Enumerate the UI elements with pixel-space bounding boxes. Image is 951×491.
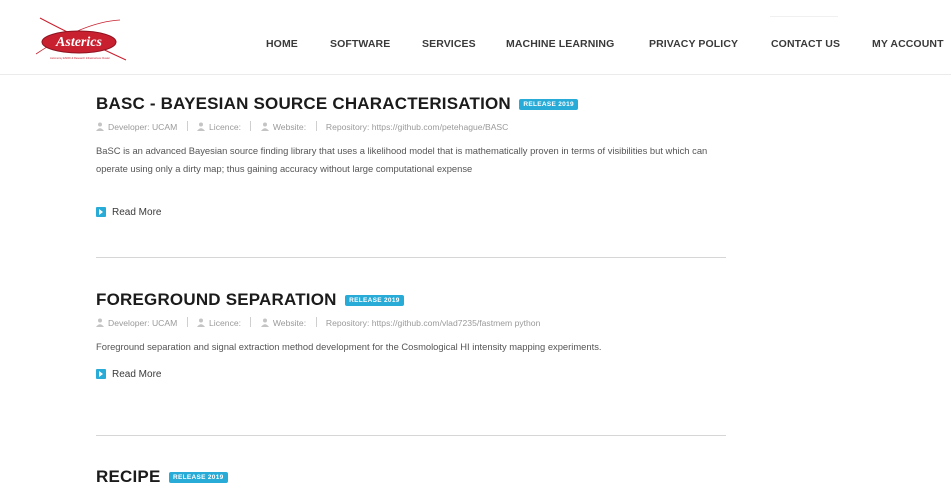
meta-separator bbox=[315, 121, 317, 131]
read-more-link[interactable]: Read More bbox=[96, 369, 161, 380]
meta-licence: Licence: bbox=[209, 318, 242, 328]
article-title-row: BASC - BAYESIAN SOURCE CHARACTERISATION … bbox=[96, 94, 726, 118]
article-title-row: RECIPE RELEASE 2019 bbox=[96, 467, 726, 491]
meta-separator bbox=[186, 121, 188, 131]
read-more-wrap: Read More bbox=[96, 366, 726, 384]
nav-services[interactable]: SERVICES bbox=[422, 38, 476, 50]
user-icon bbox=[260, 318, 269, 327]
meta-separator bbox=[315, 317, 317, 327]
logo-tagline: Astronomy ESFRI & Research Infrastructur… bbox=[50, 56, 110, 60]
article-title[interactable]: RECIPE bbox=[96, 467, 161, 487]
meta-website: Website: bbox=[272, 318, 307, 328]
meta-separator bbox=[250, 317, 252, 327]
read-more-label: Read More bbox=[112, 368, 162, 380]
nav-privacy-policy[interactable]: PRIVACY POLICY bbox=[649, 38, 738, 50]
meta-website: Website: bbox=[272, 122, 307, 132]
nav-software[interactable]: SOFTWARE bbox=[330, 38, 390, 50]
meta-separator bbox=[186, 317, 188, 327]
nav-accent-line bbox=[770, 16, 838, 17]
nav-machine-learning[interactable]: MACHINE LEARNING bbox=[506, 38, 614, 50]
read-more-link[interactable]: Read More bbox=[96, 207, 161, 218]
nav-my-account[interactable]: MY ACCOUNT bbox=[872, 38, 944, 50]
article-description: Foreground separation and signal extract… bbox=[96, 341, 602, 352]
article-title-row: FOREGROUND SEPARATION RELEASE 2019 bbox=[96, 290, 726, 314]
user-icon bbox=[197, 122, 206, 131]
article-title[interactable]: BASC - BAYESIAN SOURCE CHARACTERISATION bbox=[96, 94, 511, 114]
meta-licence: Licence: bbox=[209, 122, 242, 132]
read-more-wrap: Read More bbox=[96, 204, 726, 222]
meta-repository[interactable]: Repository: https://github.com/petehague… bbox=[326, 122, 508, 132]
article-title[interactable]: FOREGROUND SEPARATION bbox=[96, 290, 337, 310]
nav-home[interactable]: HOME bbox=[266, 38, 298, 50]
meta-developer: Developer: UCAM bbox=[108, 122, 178, 132]
user-icon bbox=[197, 318, 206, 327]
release-badge: RELEASE 2019 bbox=[168, 471, 228, 483]
article-description: BaSC is an advanced Bayesian source find… bbox=[96, 145, 708, 174]
article-divider bbox=[96, 435, 726, 436]
user-icon bbox=[260, 122, 269, 131]
arrow-right-icon bbox=[96, 207, 106, 217]
nav-contact-us[interactable]: CONTACT US bbox=[771, 38, 840, 50]
arrow-right-icon bbox=[96, 369, 106, 379]
main-nav: HOME SOFTWARE SERVICES MACHINE LEARNING … bbox=[0, 38, 951, 54]
meta-separator bbox=[250, 121, 252, 131]
release-badge: RELEASE 2019 bbox=[519, 98, 578, 110]
article-recipe: RECIPE RELEASE 2019 bbox=[96, 467, 726, 491]
meta-developer: Developer: UCAM bbox=[108, 318, 178, 328]
release-badge: RELEASE 2019 bbox=[345, 294, 404, 306]
user-icon bbox=[96, 318, 104, 327]
article-divider bbox=[96, 257, 726, 258]
read-more-label: Read More bbox=[112, 206, 162, 218]
article-meta: Developer: UCAM Licence: Website: Reposi… bbox=[96, 316, 726, 330]
user-icon bbox=[96, 122, 104, 131]
article-meta: Developer: UCAM Licence: Website: Reposi… bbox=[96, 120, 726, 134]
meta-repository[interactable]: Repository: https://github.com/vlad7235/… bbox=[326, 318, 540, 328]
article-basc: BASC - BAYESIAN SOURCE CHARACTERISATION … bbox=[96, 94, 726, 222]
site-header: Asterics Astronomy ESFRI & Research Infr… bbox=[0, 0, 951, 75]
article-foreground-separation: FOREGROUND SEPARATION RELEASE 2019 Devel… bbox=[96, 290, 726, 384]
